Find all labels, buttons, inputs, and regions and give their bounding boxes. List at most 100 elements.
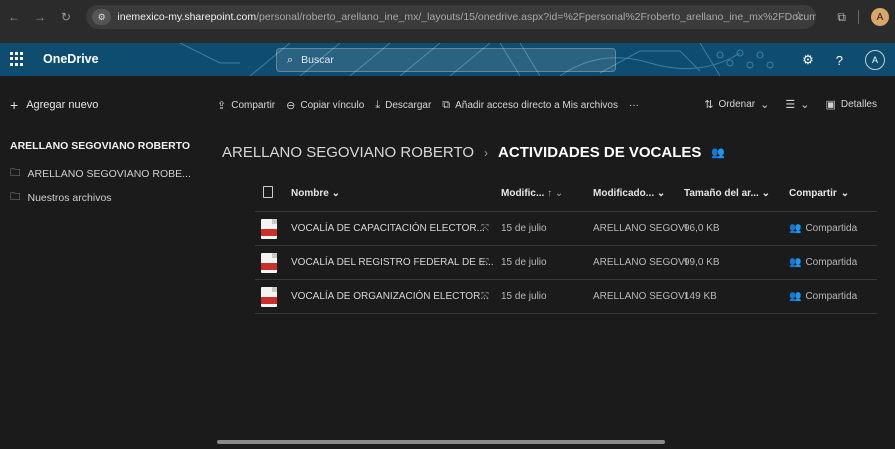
column-modified-by-label: Modificado... (593, 188, 655, 199)
breadcrumb-current: ACTIVIDADES DE VOCALES (498, 144, 702, 161)
plus-icon: + (10, 97, 19, 113)
address-bar[interactable]: ⚙ inemexico-my.sharepoint.com /personal/… (86, 5, 816, 29)
details-label: Detalles (840, 99, 877, 110)
file-size: 149 KB (684, 291, 717, 302)
breadcrumb-parent[interactable]: ARELLANO SEGOVIANO ROBERTO (222, 144, 474, 161)
share-label: Compartir (231, 99, 276, 111)
file-sharing[interactable]: 👥 Compartida (789, 291, 857, 302)
nav-item-label: ARELLANO SEGOVIANO ROBE... (27, 168, 191, 180)
chevron-down-icon: ⌄ (800, 99, 810, 111)
download-button[interactable]: ⤓ Descargar (375, 99, 431, 112)
details-pane-icon: ▣ (825, 99, 836, 111)
pin-icon: ⤧ (481, 223, 489, 234)
app-launcher-icon[interactable] (10, 52, 24, 66)
breadcrumb: ARELLANO SEGOVIANO ROBERTO › ACTIVIDADES… (222, 144, 725, 161)
shared-people-icon: 👥 (789, 291, 802, 302)
sharing-label: Compartida (805, 291, 858, 302)
file-modified: 15 de julio (501, 223, 547, 234)
file-modified-by: ARELLANO SEGOVI (593, 257, 688, 268)
file-list: Nombre ⌄ Modific... ↑ ⌄ Modificado... ⌄ … (255, 176, 877, 314)
sort-icon: ⇅ (704, 99, 714, 111)
sharing-label: Compartida (805, 223, 858, 234)
nav-item-our-files[interactable]: 🗀 Nuestros archivos (10, 189, 112, 207)
search-icon: ⌕ (287, 53, 294, 66)
file-name[interactable]: VOCALÍA DEL REGISTRO FEDERAL DE E... (291, 257, 494, 268)
browser-toolbar: ← → ↻ ⚙ inemexico-my.sharepoint.com /per… (0, 0, 895, 43)
share-button[interactable]: ⇪ Compartir (217, 99, 275, 112)
suite-actions: ⚙ ? A (802, 50, 885, 70)
file-modified-by: ARELLANO SEGOVI (593, 291, 688, 302)
shortcut-icon: ⧉ (442, 98, 451, 111)
column-header-name[interactable]: Nombre ⌄ (291, 188, 340, 199)
bookmark-star-icon[interactable]: ☆ (793, 9, 804, 23)
file-modified: 15 de julio (501, 291, 547, 302)
file-name[interactable]: VOCALÍA DE ORGANIZACIÓN ELECTOR... (291, 291, 489, 302)
app-name[interactable]: OneDrive (43, 52, 99, 66)
pin-icon: ⤧ (481, 291, 489, 302)
view-options-button[interactable]: ☰ ⌄ (785, 98, 809, 111)
chevron-down-icon: ⌄ (760, 99, 770, 111)
file-modified: 15 de julio (501, 257, 547, 268)
file-row[interactable]: VOCALÍA DE ORGANIZACIÓN ELECTOR... ⤧ 15 … (255, 280, 877, 314)
help-icon[interactable]: ? (836, 53, 843, 68)
toolbar-separator (858, 10, 859, 24)
file-row[interactable]: VOCALÍA DEL REGISTRO FEDERAL DE E... ⤧ 1… (255, 246, 877, 280)
add-new-button[interactable]: + Agregar nuevo (10, 97, 98, 113)
column-modified-label: Modific... (501, 188, 545, 199)
chevron-right-icon: › (484, 145, 489, 160)
file-sharing[interactable]: 👥 Compartida (789, 257, 857, 268)
file-size: 99,0 KB (684, 257, 720, 268)
file-sharing[interactable]: 👥 Compartida (789, 223, 857, 234)
command-bar: ⇪ Compartir ⊖ Copiar vínculo ⤓ Descargar… (205, 92, 895, 118)
column-size-label: Tamaño del ar... (684, 188, 759, 199)
browser-nav: ← → ↻ (8, 10, 72, 24)
more-actions-button[interactable]: ··· (629, 100, 639, 111)
browser-profile-avatar[interactable]: A (871, 8, 889, 26)
column-header-sharing[interactable]: Compartir ⌄ (789, 188, 849, 199)
add-new-label: Agregar nuevo (26, 99, 99, 111)
shared-folder-icon: 🗀 (10, 191, 21, 203)
column-name-label: Nombre (291, 188, 329, 199)
suite-bar: OneDrive ⌕ Buscar ⚙ ? A (0, 43, 895, 76)
extensions-icon[interactable]: ⧉ (837, 10, 846, 25)
copy-link-button[interactable]: ⊖ Copiar vínculo (286, 99, 364, 112)
add-shortcut-label: Añadir acceso directo a Mis archivos (455, 99, 618, 111)
shared-people-icon: 👥 (789, 257, 802, 268)
forward-icon[interactable]: → (34, 10, 46, 24)
download-icon: ⤓ (375, 98, 381, 111)
sort-button[interactable]: ⇅ Ordenar ⌄ (704, 98, 769, 111)
reload-icon[interactable]: ↻ (60, 10, 72, 24)
search-placeholder: Buscar (301, 54, 334, 66)
list-header: Nombre ⌄ Modific... ↑ ⌄ Modificado... ⌄ … (255, 176, 877, 212)
horizontal-scrollbar[interactable] (217, 440, 665, 444)
left-navigation: + Agregar nuevo ARELLANO SEGOVIANO ROBER… (0, 76, 205, 449)
nav-owner-heading: ARELLANO SEGOVIANO ROBERTO (10, 140, 191, 152)
file-row[interactable]: VOCALÍA DE CAPACITACIÓN ELECTOR... ⤧ 15 … (255, 212, 877, 246)
file-type-header-icon[interactable] (263, 186, 273, 201)
copy-link-label: Copiar vínculo (300, 99, 365, 111)
user-avatar[interactable]: A (865, 50, 885, 70)
pdf-file-icon (261, 252, 277, 273)
site-info-icon[interactable]: ⚙ (92, 9, 112, 25)
url-path: /personal/roberto_arellano_ine_mx/_layou… (256, 11, 816, 23)
file-size: 96,0 KB (684, 223, 720, 234)
nav-item-owner-folder[interactable]: 🗀 ARELLANO SEGOVIANO ROBE... (10, 165, 191, 183)
url-host: inemexico-my.sharepoint.com (117, 11, 257, 23)
command-bar-right: ⇅ Ordenar ⌄ ☰ ⌄ ▣ Detalles (704, 98, 877, 111)
list-view-icon: ☰ (785, 99, 796, 111)
settings-gear-icon[interactable]: ⚙ (802, 52, 814, 68)
sort-label: Ordenar (718, 99, 756, 110)
link-icon: ⊖ (286, 99, 296, 112)
back-icon[interactable]: ← (8, 10, 20, 24)
shared-people-icon: 👥 (789, 223, 802, 234)
details-button[interactable]: ▣ Detalles (825, 98, 877, 111)
file-name[interactable]: VOCALÍA DE CAPACITACIÓN ELECTOR... (291, 223, 485, 234)
column-header-size[interactable]: Tamaño del ar... ⌄ (684, 188, 770, 199)
column-header-modified[interactable]: Modific... ↑ ⌄ (501, 188, 563, 199)
pdf-file-icon (261, 218, 277, 239)
add-shortcut-button[interactable]: ⧉ Añadir acceso directo a Mis archivos (442, 99, 618, 112)
pdf-file-icon (261, 286, 277, 307)
search-box[interactable]: ⌕ Buscar (276, 48, 616, 72)
folder-icon: 🗀 (10, 167, 21, 179)
column-header-modified-by[interactable]: Modificado... ⌄ (593, 188, 665, 199)
